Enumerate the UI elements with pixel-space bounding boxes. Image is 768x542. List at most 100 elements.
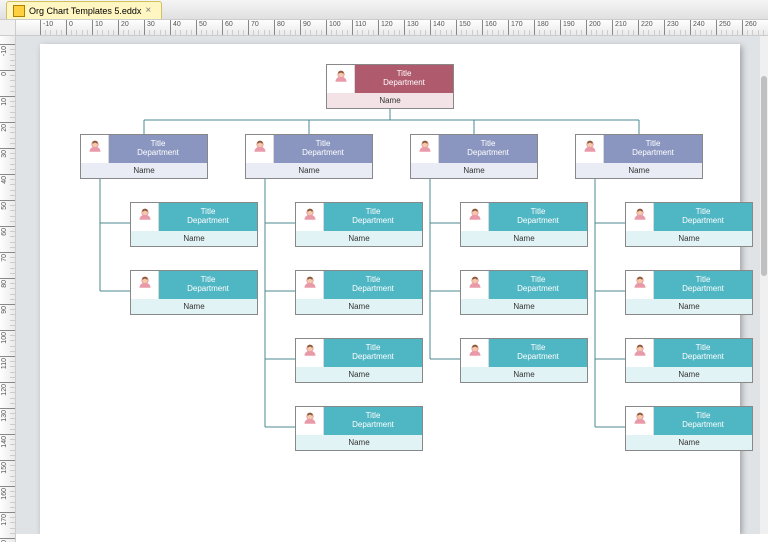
box-titles: TitleDepartment <box>355 65 453 93</box>
ruler-corner <box>0 20 16 36</box>
box-name: Name <box>461 231 587 246</box>
page[interactable]: TitleDepartmentNameTitleDepartmentNameTi… <box>40 44 740 534</box>
box-department: Department <box>352 421 394 430</box>
org-box[interactable]: TitleDepartmentName <box>326 64 454 109</box>
box-department: Department <box>682 217 724 226</box>
box-name: Name <box>626 367 752 382</box>
scrollbar-vertical[interactable] <box>760 36 768 534</box>
box-name: Name <box>246 163 372 178</box>
avatar-icon <box>131 203 159 231</box>
org-box[interactable]: TitleDepartmentName <box>625 202 753 247</box>
box-name: Name <box>131 231 257 246</box>
box-name: Name <box>626 435 752 450</box>
avatar-icon <box>296 339 324 367</box>
box-department: Department <box>467 149 509 158</box>
box-titles: TitleDepartment <box>654 407 752 435</box>
box-titles: TitleDepartment <box>159 203 257 231</box>
org-box[interactable]: TitleDepartmentName <box>295 406 423 451</box>
org-box[interactable]: TitleDepartmentName <box>460 202 588 247</box>
box-department: Department <box>302 149 344 158</box>
box-titles: TitleDepartment <box>324 339 422 367</box>
box-titles: TitleDepartment <box>274 135 372 163</box>
org-box[interactable]: TitleDepartmentName <box>460 338 588 383</box>
org-box[interactable]: TitleDepartmentName <box>80 134 208 179</box>
box-titles: TitleDepartment <box>654 203 752 231</box>
avatar-icon <box>576 135 604 163</box>
box-department: Department <box>682 285 724 294</box>
org-box[interactable]: TitleDepartmentName <box>625 338 753 383</box>
tab-bar: Org Chart Templates 5.eddx × <box>0 0 768 20</box>
avatar-icon <box>131 271 159 299</box>
box-department: Department <box>517 217 559 226</box>
avatar-icon <box>81 135 109 163</box>
org-box[interactable]: TitleDepartmentName <box>625 406 753 451</box>
box-department: Department <box>137 149 179 158</box>
avatar-icon <box>246 135 274 163</box>
box-titles: TitleDepartment <box>489 339 587 367</box>
box-titles: TitleDepartment <box>324 407 422 435</box>
avatar-icon <box>626 407 654 435</box>
box-name: Name <box>461 299 587 314</box>
box-name: Name <box>81 163 207 178</box>
box-department: Department <box>352 285 394 294</box>
box-name: Name <box>296 299 422 314</box>
box-name: Name <box>576 163 702 178</box>
box-titles: TitleDepartment <box>654 271 752 299</box>
avatar-icon <box>296 407 324 435</box>
box-department: Department <box>187 217 229 226</box>
box-name: Name <box>461 367 587 382</box>
box-name: Name <box>296 231 422 246</box>
avatar-icon <box>327 65 355 93</box>
box-name: Name <box>296 435 422 450</box>
box-titles: TitleDepartment <box>439 135 537 163</box>
box-name: Name <box>626 231 752 246</box>
org-box[interactable]: TitleDepartmentName <box>295 338 423 383</box>
org-box[interactable]: TitleDepartmentName <box>460 270 588 315</box>
scrollbar-thumb[interactable] <box>761 76 767 276</box>
ruler-horizontal[interactable]: -100102030405060708090100110120130140150… <box>16 20 768 36</box>
box-department: Department <box>682 353 724 362</box>
document-icon <box>13 5 25 17</box>
box-department: Department <box>632 149 674 158</box>
avatar-icon <box>626 339 654 367</box>
org-box[interactable]: TitleDepartmentName <box>625 270 753 315</box>
app-window: Org Chart Templates 5.eddx × -1001020304… <box>0 0 768 542</box>
avatar-icon <box>461 203 489 231</box>
box-titles: TitleDepartment <box>604 135 702 163</box>
org-box[interactable]: TitleDepartmentName <box>295 202 423 247</box>
avatar-icon <box>626 203 654 231</box>
org-box[interactable]: TitleDepartmentName <box>130 202 258 247</box>
avatar-icon <box>296 271 324 299</box>
org-box[interactable]: TitleDepartmentName <box>295 270 423 315</box>
box-department: Department <box>517 353 559 362</box>
org-box[interactable]: TitleDepartmentName <box>130 270 258 315</box>
box-titles: TitleDepartment <box>159 271 257 299</box>
org-box[interactable]: TitleDepartmentName <box>575 134 703 179</box>
avatar-icon <box>461 271 489 299</box>
box-name: Name <box>296 367 422 382</box>
box-department: Department <box>187 285 229 294</box>
close-icon[interactable]: × <box>145 5 151 16</box>
tab-filename: Org Chart Templates 5.eddx <box>29 6 141 16</box>
org-box[interactable]: TitleDepartmentName <box>410 134 538 179</box>
avatar-icon <box>461 339 489 367</box>
box-titles: TitleDepartment <box>489 203 587 231</box>
box-titles: TitleDepartment <box>109 135 207 163</box>
box-name: Name <box>626 299 752 314</box>
box-titles: TitleDepartment <box>489 271 587 299</box>
avatar-icon <box>626 271 654 299</box>
canvas[interactable]: TitleDepartmentNameTitleDepartmentNameTi… <box>16 36 760 534</box>
box-department: Department <box>682 421 724 430</box>
box-name: Name <box>327 93 453 108</box>
box-titles: TitleDepartment <box>324 203 422 231</box>
box-department: Department <box>517 285 559 294</box>
box-titles: TitleDepartment <box>654 339 752 367</box>
box-department: Department <box>352 217 394 226</box>
ruler-vertical[interactable]: -100102030405060708090100110120130140150… <box>0 36 16 542</box>
box-department: Department <box>383 79 425 88</box>
org-box[interactable]: TitleDepartmentName <box>245 134 373 179</box>
document-tab[interactable]: Org Chart Templates 5.eddx × <box>6 1 162 19</box>
box-titles: TitleDepartment <box>324 271 422 299</box>
box-name: Name <box>411 163 537 178</box>
avatar-icon <box>296 203 324 231</box>
